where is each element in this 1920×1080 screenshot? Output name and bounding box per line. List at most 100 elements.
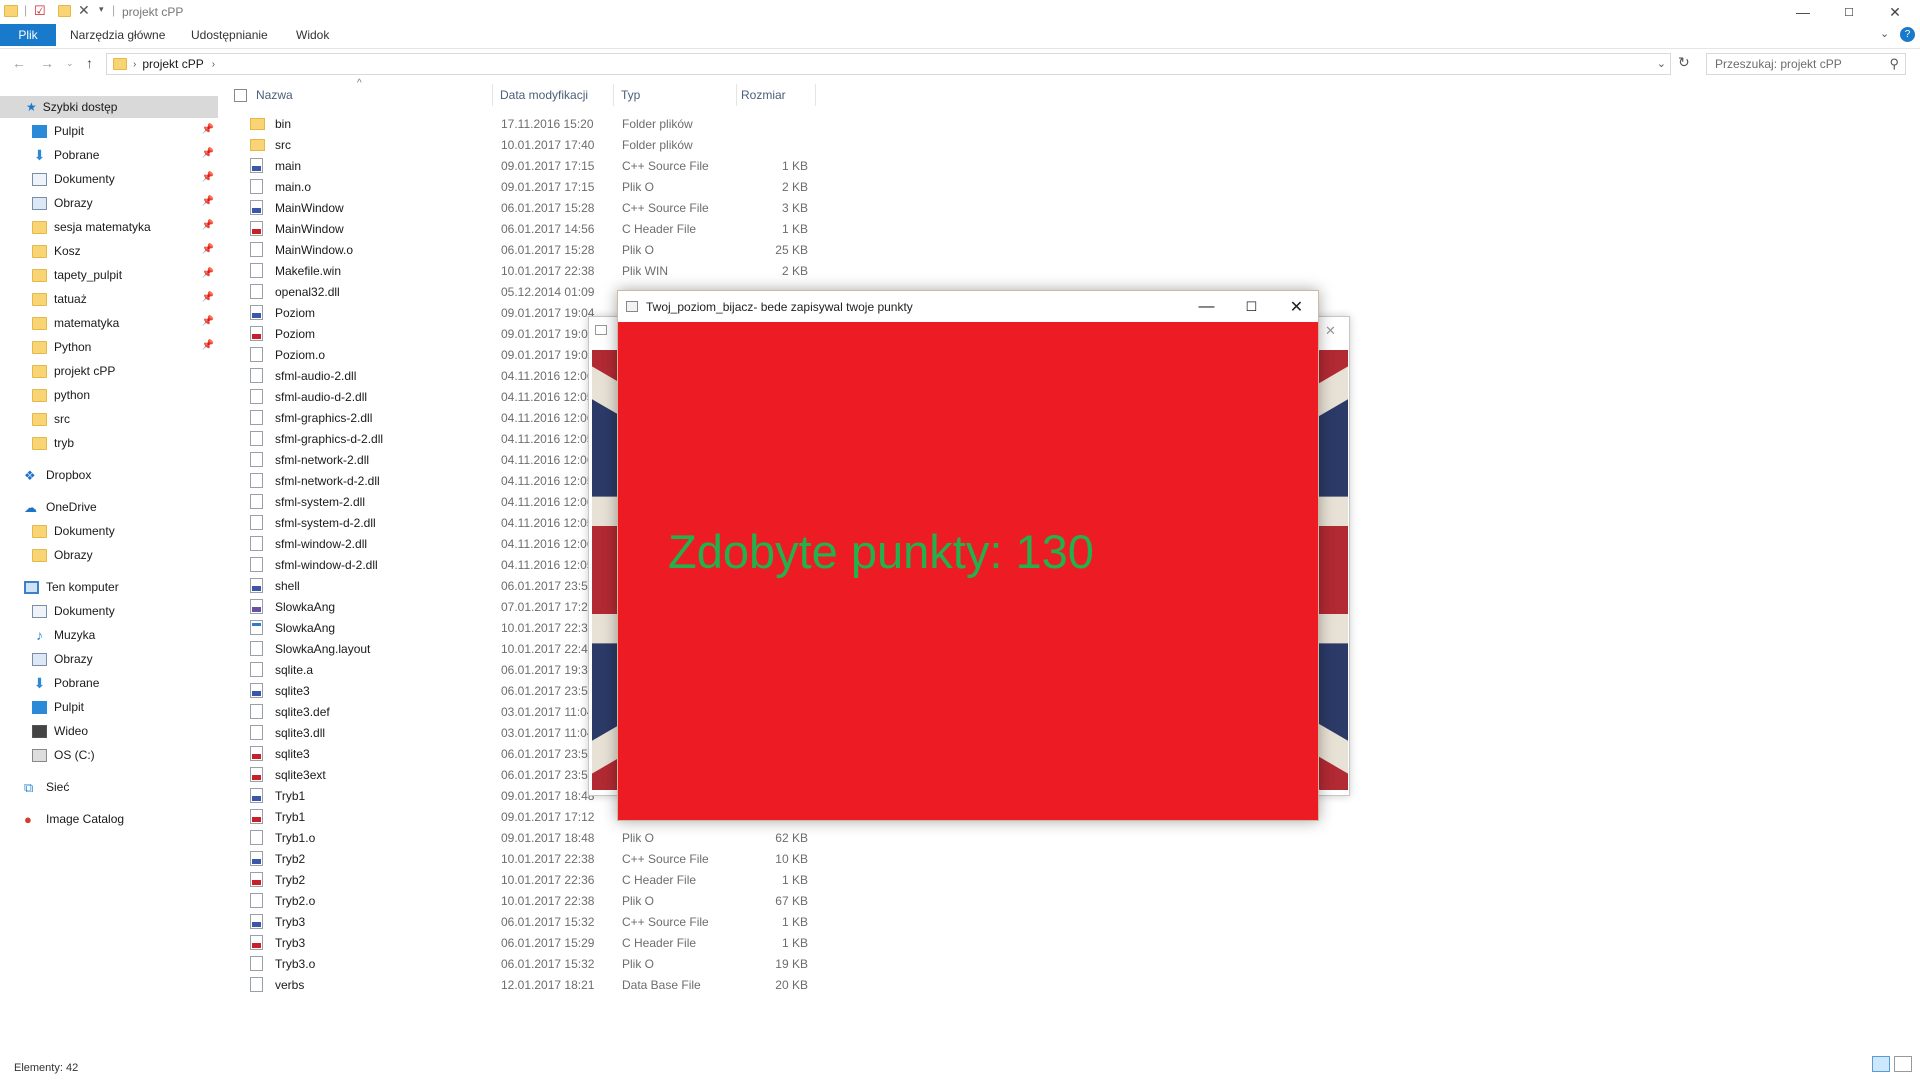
file-row[interactable]: bin 17.11.2016 15:20 Folder plików (250, 113, 830, 134)
properties-icon[interactable]: ☑ (34, 3, 46, 19)
sidebar-item-videos[interactable]: Wideo (0, 720, 218, 742)
pin-icon[interactable]: 📌 (202, 148, 214, 159)
game-close-button[interactable]: ✕ (1274, 291, 1319, 322)
breadcrumb[interactable]: projekt cPP (142, 57, 203, 71)
sidebar-item-documents[interactable]: Dokumenty 📌 (0, 168, 218, 190)
file-row[interactable]: Makefile.win 10.01.2017 22:38 Plik WIN 2 KB (250, 260, 830, 281)
file-row[interactable]: MainWindow 06.01.2017 15:28 C++ Source Fil… (250, 197, 830, 218)
sidebar-item-drive-c[interactable]: OS (C:) (0, 744, 218, 766)
sidebar-item-pictures[interactable]: Obrazy 📌 (0, 192, 218, 214)
close-button[interactable]: ✕ (1872, 0, 1918, 24)
sidebar-item-pictures[interactable]: Obrazy (0, 648, 218, 670)
file-row[interactable]: Tryb3 06.01.2017 15:29 C Header File 1 KB (250, 932, 830, 953)
sidebar-item-music[interactable]: ♪ Muzyka (0, 624, 218, 646)
large-icons-view-icon[interactable] (1894, 1056, 1912, 1072)
file-row[interactable]: Tryb3 06.01.2017 15:32 C++ Source File 1 KB (250, 911, 830, 932)
quick-access-dropdown-icon[interactable]: ▾ (99, 4, 104, 15)
sidebar-item-folder[interactable]: Python 📌 (0, 336, 218, 358)
tab-home[interactable]: Narzędzia główne (70, 24, 165, 46)
file-row[interactable]: Tryb2.o 10.01.2017 22:38 Plik O 67 KB (250, 890, 830, 911)
sidebar-item-folder[interactable]: src (0, 408, 218, 430)
column-header-type[interactable]: Typ (621, 84, 640, 106)
file-row[interactable]: src 10.01.2017 17:40 Folder plików (250, 134, 830, 155)
sidebar-item-folder[interactable]: Kosz 📌 (0, 240, 218, 262)
file-row[interactable]: Tryb3.o 06.01.2017 15:32 Plik O 19 KB (250, 953, 830, 974)
close-icon[interactable]: ✕ (1325, 323, 1336, 339)
pin-icon[interactable]: 📌 (202, 292, 214, 303)
sidebar-item-quick-access[interactable]: ★ Szybki dostęp (0, 96, 218, 118)
sidebar-item-onedrive[interactable]: ☁ OneDrive (0, 496, 218, 518)
sidebar-item-label: Pulpit (54, 124, 85, 138)
sidebar-item-folder[interactable]: tryb (0, 432, 218, 454)
pin-icon[interactable]: 📌 (202, 316, 214, 327)
new-folder-icon[interactable] (58, 5, 71, 17)
sidebar-item-documents[interactable]: Dokumenty (0, 600, 218, 622)
column-separator[interactable] (815, 84, 816, 106)
file-row[interactable]: Tryb2 10.01.2017 22:36 C Header File 1 KB (250, 869, 830, 890)
details-view-icon[interactable] (1872, 1056, 1890, 1072)
minimize-button[interactable]: — (1780, 0, 1826, 24)
sidebar-item-downloads[interactable]: ⬇ Pobrane 📌 (0, 144, 218, 166)
sidebar-item-folder[interactable]: Obrazy (0, 544, 218, 566)
sidebar-item-folder[interactable]: Dokumenty (0, 520, 218, 542)
up-icon[interactable]: ↑ (86, 55, 93, 71)
column-separator[interactable] (492, 84, 493, 106)
back-icon[interactable]: ← (12, 55, 26, 71)
file-row[interactable]: MainWindow.o 06.01.2017 15:28 Plik O 25 KB (250, 239, 830, 260)
pin-icon[interactable]: 📌 (202, 124, 214, 135)
sidebar-item-desktop[interactable]: Pulpit 📌 (0, 120, 218, 142)
game-titlebar[interactable]: Twoj_poziom_bijacz- bede zapisywal twoje… (618, 291, 1318, 322)
sidebar-item-downloads[interactable]: ⬇ Pobrane (0, 672, 218, 694)
column-header-size[interactable]: Rozmiar (741, 84, 786, 106)
file-row[interactable]: Tryb2 10.01.2017 22:38 C++ Source File 10 K… (250, 848, 830, 869)
select-all-checkbox[interactable] (234, 89, 247, 102)
pin-icon[interactable]: 📌 (202, 244, 214, 255)
delete-icon[interactable]: ✕ (78, 2, 90, 19)
game-canvas[interactable]: Zdobyte punkty: 130 (618, 322, 1318, 820)
file-row[interactable]: MainWindow 06.01.2017 14:56 C Header File 1… (250, 218, 830, 239)
sort-ascending-icon: ^ (357, 78, 362, 89)
maximize-button[interactable]: ☐ (1826, 0, 1872, 24)
column-header-date[interactable]: Data modyfikacji (500, 84, 588, 106)
file-date: 04.11.2016 12:05 (501, 557, 594, 572)
tab-view[interactable]: Widok (296, 24, 329, 46)
sidebar-item-folder[interactable]: tapety_pulpit 📌 (0, 264, 218, 286)
sidebar-item-this-pc[interactable]: Ten komputer (0, 576, 218, 598)
tab-share[interactable]: Udostępnianie (191, 24, 268, 46)
pin-icon[interactable]: 📌 (202, 172, 214, 183)
sidebar-item-folder[interactable]: python (0, 384, 218, 406)
tab-file[interactable]: Plik (0, 24, 56, 46)
search-input[interactable]: Przeszukaj: projekt cPP ⚲ (1706, 53, 1906, 75)
file-row[interactable]: verbs 12.01.2017 18:21 Data Base File 20 KB (250, 974, 830, 995)
file-row[interactable]: main 09.01.2017 17:15 C++ Source File 1 KB (250, 155, 830, 176)
sidebar-item-network[interactable]: ⧉ Sieć (0, 776, 218, 798)
game-window[interactable]: Twoj_poziom_bijacz- bede zapisywal twoje… (617, 290, 1319, 821)
app-icon (626, 301, 638, 312)
sidebar-item-image-catalog[interactable]: ● Image Catalog (0, 808, 218, 830)
sidebar-item-folder[interactable]: projekt cPP (0, 360, 218, 382)
help-icon[interactable]: ? (1900, 27, 1915, 42)
sidebar-item-desktop[interactable]: Pulpit (0, 696, 218, 718)
file-row[interactable]: main.o 09.01.2017 17:15 Plik O 2 KB (250, 176, 830, 197)
recent-locations-icon[interactable]: ⌄ (66, 58, 74, 69)
game-minimize-button[interactable]: — (1184, 291, 1229, 322)
pin-icon[interactable]: 📌 (202, 340, 214, 351)
sidebar-item-dropbox[interactable]: ❖ Dropbox (0, 464, 218, 486)
file-row[interactable]: Tryb1.o 09.01.2017 18:48 Plik O 62 KB (250, 827, 830, 848)
sidebar-item-folder[interactable]: sesja matematyka 📌 (0, 216, 218, 238)
address-bar[interactable]: › projekt cPP › ⌄ (106, 53, 1671, 75)
game-maximize-button[interactable]: ☐ (1229, 291, 1274, 322)
forward-icon[interactable]: → (40, 55, 54, 71)
address-dropdown-icon[interactable]: ⌄ (1657, 57, 1666, 70)
expand-ribbon-icon[interactable]: ⌄ (1880, 27, 1889, 40)
column-header-name[interactable]: Nazwa (256, 84, 293, 106)
pin-icon[interactable]: 📌 (202, 268, 214, 279)
column-separator[interactable] (613, 84, 614, 106)
layout-file-icon (250, 620, 263, 635)
pin-icon[interactable]: 📌 (202, 196, 214, 207)
column-separator[interactable] (736, 84, 737, 106)
pin-icon[interactable]: 📌 (202, 220, 214, 231)
refresh-icon[interactable]: ↻ (1678, 54, 1690, 71)
sidebar-item-folder[interactable]: tatuaż 📌 (0, 288, 218, 310)
sidebar-item-folder[interactable]: matematyka 📌 (0, 312, 218, 334)
